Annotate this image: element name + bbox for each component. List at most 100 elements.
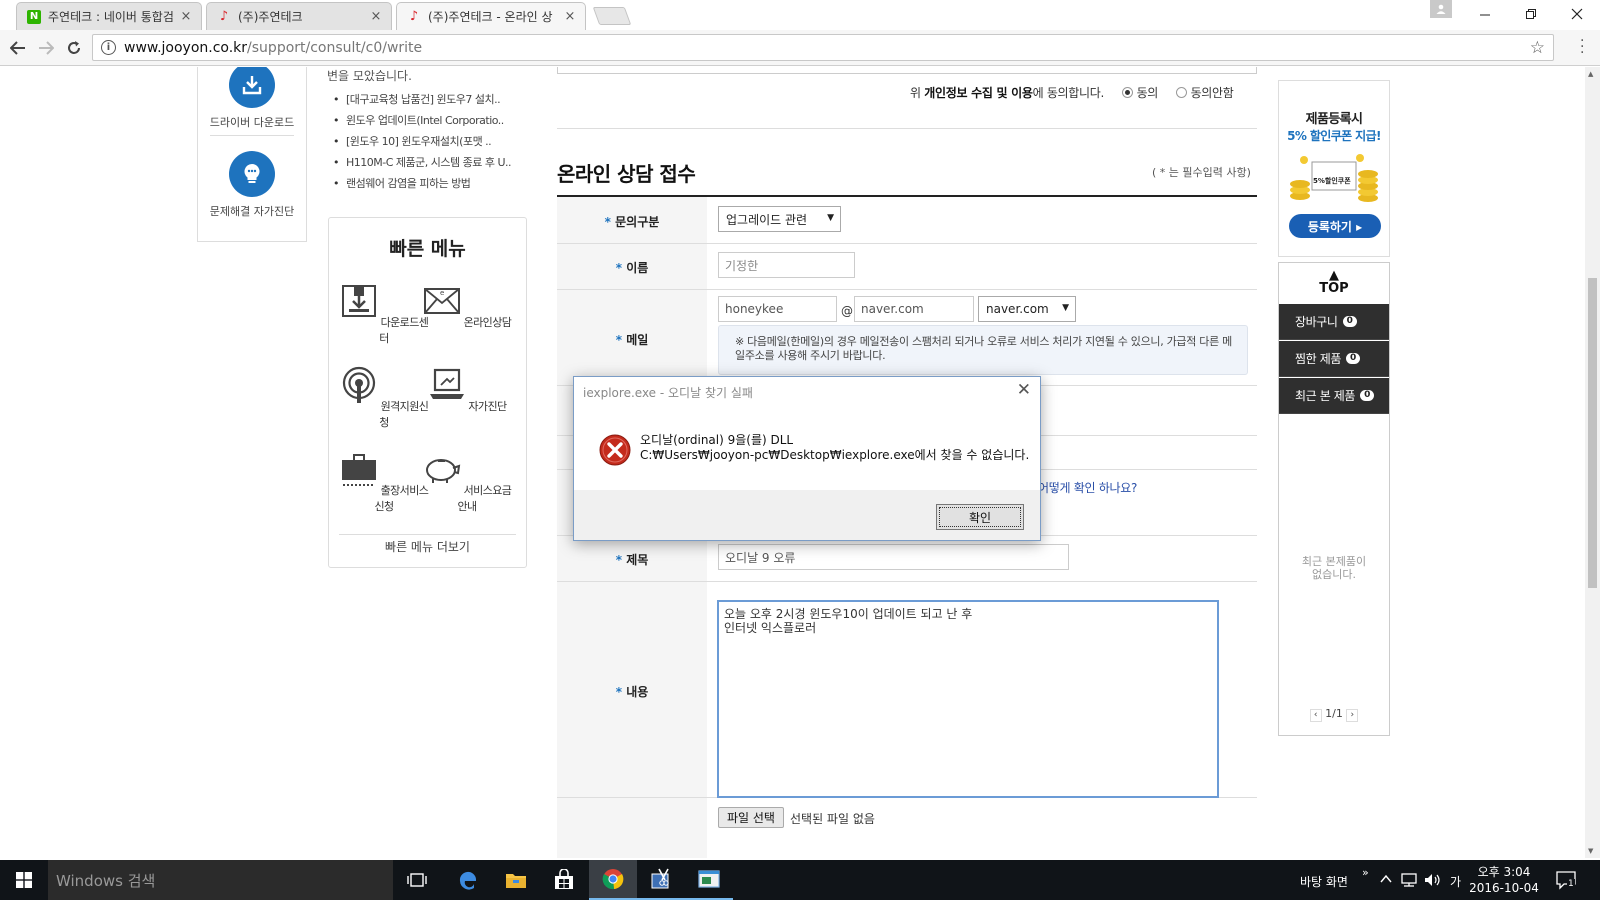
subject-label: * 제목 bbox=[557, 551, 707, 568]
quick-menu-divider bbox=[339, 534, 516, 535]
quick-item-label: 서비스요금안내 bbox=[457, 484, 512, 513]
quick-onsite-service[interactable]: 출장서비스신청 bbox=[339, 450, 429, 514]
quick-menu-more-link[interactable]: 빠른 메뉴 더보기 bbox=[329, 538, 526, 555]
quick-remote-support[interactable]: 원격지원신청 bbox=[339, 366, 429, 430]
pager-text: 1/1 bbox=[1325, 707, 1343, 720]
bookmark-star-icon[interactable]: ☆ bbox=[1530, 38, 1545, 58]
privacy-agree-label[interactable]: 동의 bbox=[1137, 86, 1159, 100]
toolbar-expand-icon[interactable]: » bbox=[1362, 866, 1369, 879]
quick-item-label: 온라인상담 bbox=[463, 316, 512, 329]
quick-service-fee[interactable]: 서비스요금안내 bbox=[422, 450, 512, 514]
desktop-toolbar-label[interactable]: 바탕 화면 bbox=[1300, 873, 1348, 890]
file-explorer-icon[interactable] bbox=[492, 860, 540, 900]
dialog-footer: 확인 bbox=[574, 490, 1040, 540]
privacy-terms-textarea[interactable] bbox=[557, 67, 1257, 74]
minimize-icon[interactable] bbox=[1462, 0, 1508, 28]
back-icon[interactable] bbox=[7, 36, 29, 60]
network-icon[interactable] bbox=[1400, 873, 1418, 890]
info-icon[interactable]: i bbox=[101, 40, 116, 55]
register-button[interactable]: 등록하기 ▸ bbox=[1289, 214, 1381, 238]
quick-download-center[interactable]: 다운로드센터 bbox=[339, 282, 429, 346]
product-registration-banner[interactable]: 제품등록시 5% 할인쿠폰 지급! 5%할인쿠폰 등록하기 ▸ bbox=[1278, 80, 1390, 257]
close-icon[interactable]: × bbox=[563, 9, 577, 24]
label-text: 이름 bbox=[626, 261, 649, 275]
store-icon[interactable] bbox=[540, 860, 588, 900]
wishlist-link[interactable]: 찜한 제품 0 bbox=[1279, 341, 1389, 377]
name-input[interactable]: 기정한 bbox=[718, 252, 855, 278]
email-domain-select[interactable]: naver.com ▼ bbox=[978, 296, 1076, 322]
email-domain-input[interactable]: naver.com bbox=[854, 296, 974, 322]
form-title: 온라인 상담 접수 bbox=[557, 162, 696, 186]
subject-input[interactable]: 오디날 9 오류 bbox=[718, 544, 1069, 570]
file-select-button[interactable]: 파일 선택 bbox=[718, 807, 784, 828]
label-text: 문의구분 bbox=[615, 215, 660, 229]
show-hidden-icons[interactable] bbox=[1380, 873, 1392, 888]
scrollbar-thumb[interactable] bbox=[1588, 278, 1597, 588]
email-id-input[interactable]: honeykee bbox=[718, 296, 837, 322]
action-center-icon[interactable]: 1 bbox=[1556, 870, 1576, 890]
windows-search-box[interactable]: Windows 검색 bbox=[48, 860, 393, 900]
privacy-disagree-radio[interactable] bbox=[1175, 87, 1187, 98]
profile-icon[interactable] bbox=[1430, 0, 1452, 18]
windows-start-icon[interactable] bbox=[0, 860, 48, 900]
quick-self-diagnosis[interactable]: 자가진단 bbox=[422, 366, 512, 414]
url-host: www.jooyon.co.kr bbox=[124, 39, 248, 56]
privacy-disagree-label[interactable]: 동의안함 bbox=[1191, 86, 1234, 100]
driver-download-tile[interactable]: 드라이버 다운로드 bbox=[198, 67, 306, 130]
edge-icon[interactable] bbox=[444, 860, 492, 900]
scroll-down-icon[interactable]: ▼ bbox=[1588, 847, 1593, 855]
faq-item[interactable]: 랜섬웨어 감염을 피하는 방법 bbox=[333, 173, 511, 194]
faq-item[interactable]: [윈도우 10] 윈도우재설치(포맷 .. bbox=[333, 131, 511, 152]
dropdown-arrow-icon: ▼ bbox=[827, 213, 834, 223]
self-diagnosis-tile[interactable]: 문제해결 자가진단 bbox=[198, 151, 306, 219]
content-textarea[interactable]: 오늘 오후 2시경 윈도우10이 업데이트 되고 난 후 인터넷 익스플로러 bbox=[717, 600, 1219, 798]
recent-count-badge: 0 bbox=[1360, 390, 1375, 401]
task-view-icon[interactable] bbox=[393, 860, 441, 900]
snipping-tool-icon[interactable] bbox=[637, 860, 685, 900]
serial-help-link[interactable]: 어떻게 확인 하나요? bbox=[1038, 479, 1137, 496]
email-notice: ※ 다음메일(한메일)의 경우 메일전송이 스팸처리 되거나 오류로 서비스 처… bbox=[718, 325, 1248, 375]
next-page-icon[interactable]: › bbox=[1346, 709, 1359, 722]
quick-item-label: 출장서비스신청 bbox=[374, 484, 429, 513]
close-icon[interactable]: × bbox=[179, 9, 193, 24]
required-mark: * bbox=[615, 553, 622, 567]
dialog-ok-button[interactable]: 확인 bbox=[936, 504, 1024, 530]
dialog-close-icon[interactable]: ✕ bbox=[1017, 380, 1031, 400]
recent-label: 최근 본 제품 bbox=[1295, 389, 1356, 403]
recent-link[interactable]: 최근 본 제품 0 bbox=[1279, 378, 1389, 414]
tile-divider bbox=[210, 135, 294, 136]
privacy-consent: 위 개인정보 수집 및 이용에 동의합니다. 동의 동의안함 bbox=[910, 84, 1234, 101]
scroll-up-icon[interactable]: ▲ bbox=[1588, 70, 1593, 78]
email-at-sign: @ bbox=[841, 304, 853, 318]
restore-icon[interactable] bbox=[1508, 0, 1554, 28]
system-clock[interactable]: 오후 3:04 2016-10-04 bbox=[1468, 864, 1540, 896]
cart-link[interactable]: 장바구니 0 bbox=[1279, 304, 1389, 340]
browser-menu-icon[interactable]: · · · bbox=[1580, 34, 1584, 60]
prev-page-icon[interactable]: ‹ bbox=[1309, 709, 1322, 722]
section-divider bbox=[557, 128, 1257, 129]
volume-icon[interactable] bbox=[1424, 873, 1442, 890]
tab-jooyon-consult[interactable]: ♪ (주)주연테크 - 온라인 상 × bbox=[396, 2, 586, 30]
chrome-icon[interactable] bbox=[589, 860, 637, 900]
promo-line1: 제품등록시 bbox=[1305, 112, 1363, 127]
page-scrollbar[interactable]: ▲ ▼ bbox=[1585, 67, 1600, 858]
window-close-icon[interactable] bbox=[1554, 0, 1600, 28]
reload-icon[interactable] bbox=[63, 36, 85, 60]
category-select[interactable]: 업그레이드 관련 ▼ bbox=[718, 206, 841, 232]
faq-item[interactable]: [대구교육청 납품건] 윈도우7 설치.. bbox=[333, 89, 511, 110]
quick-online-consult[interactable]: e 온라인상담 bbox=[422, 282, 512, 330]
app-window-icon[interactable] bbox=[685, 860, 733, 900]
error-icon bbox=[599, 434, 631, 466]
close-icon[interactable]: × bbox=[369, 9, 383, 24]
address-bar[interactable]: i www.jooyon.co.kr/support/consult/c0/wr… bbox=[92, 34, 1554, 61]
ime-indicator[interactable]: 가 bbox=[1450, 873, 1461, 890]
dialog-message-line2: C:₩Users₩jooyon-pc₩Desktop₩iexplore.exe에… bbox=[640, 448, 1030, 462]
faq-item[interactable]: H110M-C 제품군, 시스템 종료 후 U.. bbox=[333, 152, 512, 173]
forward-icon[interactable] bbox=[35, 36, 57, 60]
scroll-top-button[interactable]: ▲ TOP bbox=[1279, 269, 1389, 295]
new-tab-button[interactable] bbox=[592, 7, 632, 25]
faq-item[interactable]: 윈도우 업데이트(Intel Corporatio.. bbox=[333, 110, 511, 131]
tab-jooyon[interactable]: ♪ (주)주연테크 × bbox=[206, 2, 392, 30]
tab-naver-search[interactable]: N 주연테크 : 네이버 통합검 × bbox=[16, 2, 202, 30]
privacy-agree-radio[interactable] bbox=[1121, 87, 1133, 98]
